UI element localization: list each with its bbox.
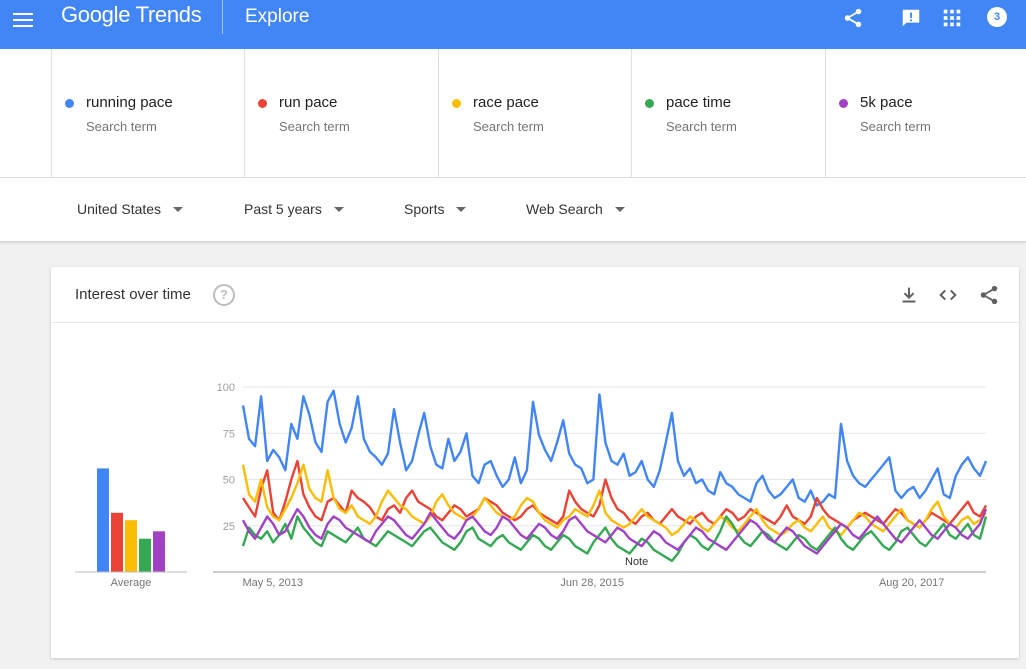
y-tick-label: 25 [223, 521, 235, 533]
time-range-dropdown[interactable]: Past 5 years [244, 201, 344, 217]
filter-bar: United States Past 5 years Sports Web Se… [0, 178, 1026, 242]
term-color-dot [645, 99, 654, 108]
term-sublabel: Search term [279, 119, 350, 134]
y-tick-label: 75 [223, 428, 235, 440]
term-pace-time[interactable]: pace time Search term [631, 49, 826, 177]
region-value: United States [77, 201, 162, 217]
menu-icon[interactable] [13, 10, 33, 30]
x-tick-label: Aug 20, 2017 [879, 577, 944, 589]
series-line[interactable] [241, 459, 988, 529]
category-dropdown[interactable]: Sports [404, 201, 467, 217]
embed-code-icon[interactable] [937, 284, 959, 306]
top-bar: Google Trends Explore 3 [0, 0, 1026, 49]
term-sublabel: Search term [860, 119, 931, 134]
y-tick-label: 100 [217, 382, 235, 394]
logo[interactable]: Google Trends [61, 2, 202, 28]
feedback-icon[interactable] [900, 7, 922, 29]
interest-over-time-card: Interest over time ? Average 25 50 75 100 M… [51, 267, 1019, 658]
term-sublabel: Search term [86, 119, 157, 134]
logo-trends: Trends [135, 2, 202, 27]
share-icon[interactable] [842, 7, 864, 29]
term-label: 5k pace [860, 94, 913, 111]
average-bar[interactable] [125, 520, 137, 572]
category-value: Sports [404, 201, 445, 217]
apps-grid-icon[interactable] [941, 7, 963, 29]
average-bar[interactable] [139, 538, 151, 572]
average-bar[interactable] [153, 531, 165, 572]
term-label: running pace [86, 94, 173, 111]
download-icon[interactable] [898, 284, 920, 306]
term-color-dot [452, 99, 461, 108]
share-icon[interactable] [978, 284, 1000, 306]
term-5k-pace[interactable]: 5k pace Search term [825, 49, 1026, 177]
chevron-down-icon [456, 206, 467, 212]
page-section-title: Explore [245, 6, 310, 27]
chevron-down-icon [173, 206, 184, 212]
series-lines [241, 389, 988, 563]
term-label: pace time [666, 94, 732, 111]
y-tick-label: 50 [223, 475, 235, 487]
average-bars [97, 468, 165, 572]
term-label: race pace [473, 94, 539, 111]
region-dropdown[interactable]: United States [77, 201, 184, 217]
search-type-dropdown[interactable]: Web Search [526, 201, 625, 217]
card-header: Interest over time ? [51, 267, 1019, 323]
x-tick-label: Jun 28, 2015 [560, 577, 624, 589]
term-run-pace[interactable]: run pace Search term [244, 49, 439, 177]
average-bar[interactable] [111, 512, 123, 572]
x-axis-labels: May 5, 2013 Jun 28, 2015 Aug 20, 2017 [242, 577, 944, 589]
notification-badge[interactable]: 3 [987, 7, 1007, 27]
term-color-dot [258, 99, 267, 108]
term-sublabel: Search term [666, 119, 737, 134]
series-line[interactable] [241, 389, 988, 507]
chevron-down-icon [614, 206, 625, 212]
logo-google: Google [61, 2, 131, 27]
term-sublabel: Search term [473, 119, 544, 134]
term-color-dot [839, 99, 848, 108]
time-range-value: Past 5 years [244, 201, 322, 217]
help-icon[interactable]: ? [213, 284, 235, 306]
term-running-pace[interactable]: running pace Search term [51, 49, 245, 177]
term-color-dot [65, 99, 74, 108]
chevron-down-icon [333, 206, 344, 212]
note-label[interactable]: Note [625, 556, 648, 568]
header-divider [222, 0, 223, 34]
x-tick-label: May 5, 2013 [242, 577, 303, 589]
average-bar[interactable] [97, 468, 109, 572]
search-type-value: Web Search [526, 201, 603, 217]
search-terms-bar: running pace Search term run pace Search… [0, 49, 1026, 178]
average-label: Average [111, 577, 152, 589]
term-label: run pace [279, 94, 338, 111]
term-race-pace[interactable]: race pace Search term [438, 49, 632, 177]
card-title: Interest over time [75, 286, 191, 303]
interest-chart[interactable]: Average 25 50 75 100 May 5, 2013 Jun 28, 201… [51, 322, 1019, 658]
